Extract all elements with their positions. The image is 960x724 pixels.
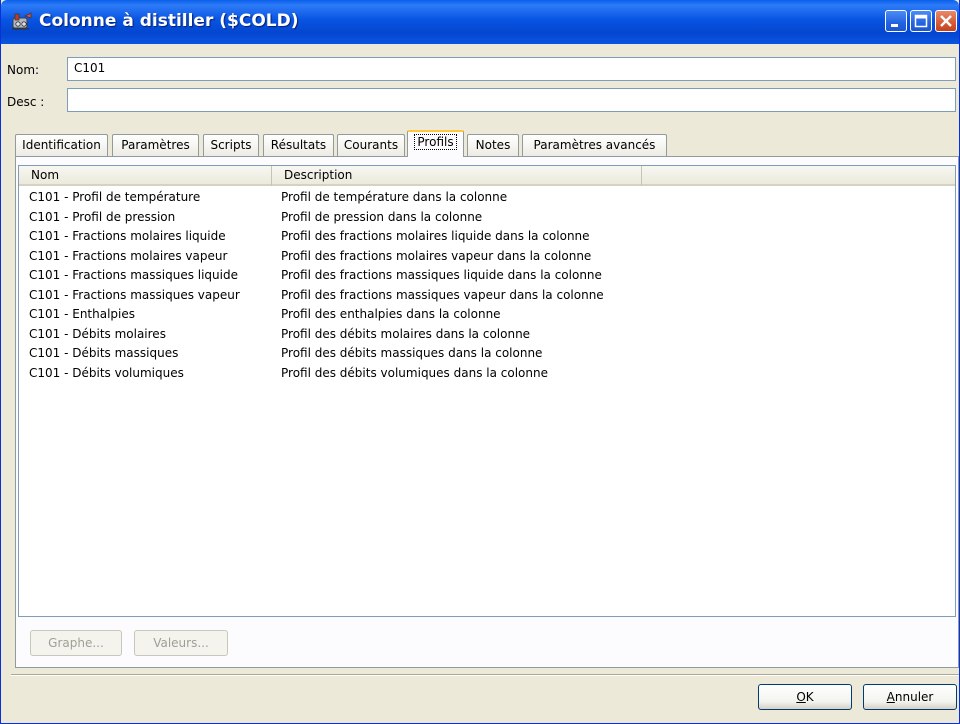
column-header-description[interactable]: Description — [272, 166, 642, 186]
desc-field[interactable] — [67, 88, 956, 112]
row-description: Profil des débits massiques dans la colo… — [281, 346, 543, 360]
tab-notes[interactable]: Notes — [467, 134, 519, 156]
tab-label: Profils — [414, 134, 457, 150]
annuler-suffix: nnuler — [894, 690, 934, 704]
profils-panel: Nom Description C101 - Profil de tempéra… — [15, 156, 959, 668]
tab-resultats[interactable]: Résultats — [263, 134, 334, 156]
tab-courants[interactable]: Courants — [337, 134, 405, 156]
row-description: Profil des fractions massiques vapeur da… — [281, 287, 604, 302]
profiles-list[interactable]: Nom Description C101 - Profil de tempéra… — [18, 165, 956, 617]
close-button[interactable] — [935, 10, 957, 32]
row-description: Profil des fractions molaires liquide da… — [281, 229, 590, 243]
list-row[interactable]: C101 - Fractions massiques liquide Profil… — [19, 266, 955, 285]
column-header-nom[interactable]: Nom — [19, 166, 272, 186]
list-row[interactable]: C101 - Fractions massiques vapeur Profil … — [19, 286, 955, 305]
nom-field[interactable]: C101 — [67, 57, 956, 81]
row-description: Profil de température dans la colonne — [281, 190, 508, 204]
tab-profils[interactable]: Profils — [407, 130, 464, 157]
tab-label: Paramètres avancés — [533, 138, 656, 152]
list-row[interactable]: C101 - Débits massiques Profil des débits… — [19, 344, 955, 363]
list-row[interactable]: C101 - Débits molaires Profil des débits … — [19, 325, 955, 344]
tab-label: Résultats — [270, 138, 327, 152]
tab-label: Notes — [475, 138, 511, 152]
tab-label: Courants — [343, 138, 399, 152]
list-header: Nom Description — [19, 166, 955, 186]
tab-label: Identification — [22, 138, 101, 152]
tab-strip: Identification Paramètres Scripts Résult… — [15, 130, 959, 157]
desc-label: Desc : — [7, 95, 45, 109]
row-nom: C101 - Débits volumiques — [29, 365, 184, 380]
row-nom: C101 - Fractions massiques liquide — [29, 268, 238, 282]
row-nom: C101 - Fractions massiques vapeur — [29, 287, 240, 302]
row-nom: C101 - Enthalpies — [29, 307, 136, 321]
nom-label: Nom: — [7, 63, 40, 77]
row-description: Profil des fractions molaires vapeur dan… — [281, 248, 592, 263]
window-title: Colonne à distiller ($COLD) — [39, 11, 299, 31]
row-nom: C101 - Débits molaires — [29, 326, 166, 341]
tab-parametres-avances[interactable]: Paramètres avancés — [522, 134, 667, 156]
annuler-underlined: A — [886, 690, 895, 704]
tab-scripts[interactable]: Scripts — [203, 134, 259, 156]
maximize-button[interactable] — [910, 10, 932, 32]
row-nom: C101 - Fractions molaires liquide — [29, 229, 226, 243]
distillation-column-icon — [12, 12, 32, 30]
minimize-icon — [891, 24, 898, 27]
tab-label: Scripts — [210, 138, 252, 152]
list-row[interactable]: C101 - Fractions molaires vapeur Profil d… — [19, 247, 955, 266]
dialog-window: Colonne à distiller ($COLD) Nom: C101 De… — [0, 0, 960, 724]
list-row[interactable]: C101 - Profil de température Profil de te… — [19, 188, 955, 207]
ok-button[interactable]: OK — [758, 684, 852, 710]
list-row[interactable]: C101 - Débits volumiques Profil des débit… — [19, 364, 955, 383]
list-row[interactable]: C101 - Fractions molaires liquide Profil … — [19, 227, 955, 246]
ok-suffix: K — [805, 690, 814, 704]
row-description: Profil des débits volumiques dans la col… — [281, 365, 548, 380]
row-description: Profil de pression dans la colonne — [281, 209, 483, 224]
title-bar[interactable]: Colonne à distiller ($COLD) — [1, 0, 959, 44]
footer-divider — [11, 674, 959, 676]
tab-identification[interactable]: Identification — [15, 134, 108, 156]
ok-underlined: O — [796, 690, 806, 704]
maximize-icon — [914, 14, 928, 28]
close-icon — [940, 15, 952, 27]
tab-parametres[interactable]: Paramètres — [112, 134, 199, 156]
row-description: Profil des enthalpies dans la colonne — [281, 307, 501, 321]
graphe-button[interactable]: Graphe... — [30, 630, 122, 656]
list-row[interactable]: C101 - Enthalpies Profil des enthalpies d… — [19, 305, 955, 324]
row-nom: C101 - Débits massiques — [29, 346, 179, 360]
list-row[interactable]: C101 - Profil de pression Profil de press… — [19, 208, 955, 227]
row-nom: C101 - Profil de pression — [29, 209, 176, 224]
tab-label: Paramètres — [121, 138, 190, 152]
row-description: Profil des fractions massiques liquide d… — [281, 268, 602, 282]
row-description: Profil des débits molaires dans la colon… — [281, 326, 531, 341]
row-nom: C101 - Fractions molaires vapeur — [29, 248, 228, 263]
minimize-button[interactable] — [885, 10, 907, 32]
row-nom: C101 - Profil de température — [29, 190, 201, 204]
valeurs-button[interactable]: Valeurs... — [134, 630, 228, 656]
annuler-button[interactable]: Annuler — [863, 684, 957, 710]
